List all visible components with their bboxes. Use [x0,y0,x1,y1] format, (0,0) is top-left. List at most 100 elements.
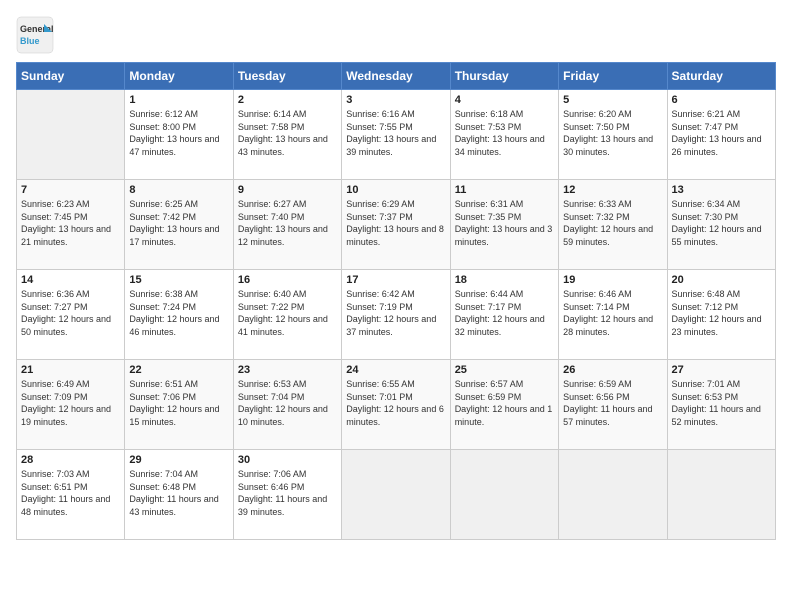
day-cell: 21Sunrise: 6:49 AMSunset: 7:09 PMDayligh… [17,360,125,450]
day-cell [17,90,125,180]
cell-info: Sunrise: 6:51 AMSunset: 7:06 PMDaylight:… [129,378,228,428]
day-number: 12 [563,184,662,196]
day-number: 19 [563,274,662,286]
day-number: 1 [129,94,228,106]
day-cell: 29 Sunrise: 7:04 AMSunset: 6:48 PMDayligh… [125,450,233,540]
day-cell: 18 Sunrise: 6:44 AMSunset: 7:17 PMDayligh… [450,270,558,360]
cell-info: Sunrise: 6:46 AMSunset: 7:14 PMDaylight:… [563,288,662,338]
header-cell-saturday: Saturday [667,63,775,90]
calendar-body: 1 Sunrise: 6:12 AMSunset: 8:00 PMDaylight… [17,90,776,540]
day-cell [342,450,450,540]
cell-info: Sunrise: 6:33 AMSunset: 7:32 PMDaylight:… [563,198,662,248]
day-cell: 1 Sunrise: 6:12 AMSunset: 8:00 PMDaylight… [125,90,233,180]
calendar-table: SundayMondayTuesdayWednesdayThursdayFrid… [16,62,776,540]
logo: General Blue [16,16,56,52]
cell-info: Sunrise: 6:53 AMSunset: 7:04 PMDaylight:… [238,378,337,428]
cell-info: Sunrise: 6:20 AMSunset: 7:50 PMDaylight:… [563,108,662,158]
day-number: 13 [672,184,771,196]
cell-info: Sunrise: 6:14 AMSunset: 7:58 PMDaylight:… [238,108,337,158]
cell-info: Sunrise: 6:44 AMSunset: 7:17 PMDaylight:… [455,288,554,338]
day-cell: 20 Sunrise: 6:48 AMSunset: 7:12 PMDayligh… [667,270,775,360]
day-number: 2 [238,94,337,106]
day-cell: 16 Sunrise: 6:40 AMSunset: 7:22 PMDayligh… [233,270,341,360]
cell-info: Sunrise: 6:16 AMSunset: 7:55 PMDaylight:… [346,108,445,158]
cell-info: Sunrise: 6:21 AMSunset: 7:47 PMDaylight:… [672,108,771,158]
day-number: 9 [238,184,337,196]
cell-info: Sunrise: 6:27 AMSunset: 7:40 PMDaylight:… [238,198,337,248]
day-number: 24 [346,364,445,376]
header-cell-wednesday: Wednesday [342,63,450,90]
calendar-header: SundayMondayTuesdayWednesdayThursdayFrid… [17,63,776,90]
cell-info: Sunrise: 6:23 AMSunset: 7:45 PMDaylight:… [21,198,120,248]
day-number: 17 [346,274,445,286]
day-cell: 27Sunrise: 7:01 AMSunset: 6:53 PMDayligh… [667,360,775,450]
day-cell: 12 Sunrise: 6:33 AMSunset: 7:32 PMDayligh… [559,180,667,270]
day-number: 4 [455,94,554,106]
day-cell: 9 Sunrise: 6:27 AMSunset: 7:40 PMDaylight… [233,180,341,270]
day-number: 27 [672,364,771,376]
cell-info: Sunrise: 7:06 AMSunset: 6:46 PMDaylight:… [238,468,337,518]
day-cell: 10 Sunrise: 6:29 AMSunset: 7:37 PMDayligh… [342,180,450,270]
day-cell: 14 Sunrise: 6:36 AMSunset: 7:27 PMDayligh… [17,270,125,360]
day-number: 23 [238,364,337,376]
header-row: SundayMondayTuesdayWednesdayThursdayFrid… [17,63,776,90]
header-cell-friday: Friday [559,63,667,90]
cell-info: Sunrise: 6:12 AMSunset: 8:00 PMDaylight:… [129,108,228,158]
header-cell-tuesday: Tuesday [233,63,341,90]
cell-info: Sunrise: 7:04 AMSunset: 6:48 PMDaylight:… [129,468,228,518]
cell-info: Sunrise: 6:48 AMSunset: 7:12 PMDaylight:… [672,288,771,338]
week-row-4: 21Sunrise: 6:49 AMSunset: 7:09 PMDayligh… [17,360,776,450]
day-number: 28 [21,454,120,466]
cell-info: Sunrise: 6:38 AMSunset: 7:24 PMDaylight:… [129,288,228,338]
cell-info: Sunrise: 6:55 AMSunset: 7:01 PMDaylight:… [346,378,445,428]
day-number: 11 [455,184,554,196]
svg-text:Blue: Blue [20,36,40,46]
day-number: 16 [238,274,337,286]
day-cell [450,450,558,540]
cell-info: Sunrise: 6:29 AMSunset: 7:37 PMDaylight:… [346,198,445,248]
day-cell: 19 Sunrise: 6:46 AMSunset: 7:14 PMDayligh… [559,270,667,360]
cell-info: Sunrise: 6:40 AMSunset: 7:22 PMDaylight:… [238,288,337,338]
day-number: 14 [21,274,120,286]
cell-info: Sunrise: 6:42 AMSunset: 7:19 PMDaylight:… [346,288,445,338]
day-cell: 17 Sunrise: 6:42 AMSunset: 7:19 PMDayligh… [342,270,450,360]
day-number: 30 [238,454,337,466]
day-number: 6 [672,94,771,106]
day-cell: 24 Sunrise: 6:55 AMSunset: 7:01 PMDayligh… [342,360,450,450]
day-number: 18 [455,274,554,286]
cell-info: Sunrise: 6:36 AMSunset: 7:27 PMDaylight:… [21,288,120,338]
cell-info: Sunrise: 6:25 AMSunset: 7:42 PMDaylight:… [129,198,228,248]
header-cell-thursday: Thursday [450,63,558,90]
cell-info: Sunrise: 6:18 AMSunset: 7:53 PMDaylight:… [455,108,554,158]
day-number: 3 [346,94,445,106]
logo-icon: General Blue [16,16,52,52]
day-cell [667,450,775,540]
day-number: 7 [21,184,120,196]
day-cell: 8Sunrise: 6:25 AMSunset: 7:42 PMDaylight… [125,180,233,270]
day-cell: 2 Sunrise: 6:14 AMSunset: 7:58 PMDaylight… [233,90,341,180]
day-cell: 28Sunrise: 7:03 AMSunset: 6:51 PMDayligh… [17,450,125,540]
day-cell: 30 Sunrise: 7:06 AMSunset: 6:46 PMDayligh… [233,450,341,540]
day-number: 21 [21,364,120,376]
week-row-3: 14 Sunrise: 6:36 AMSunset: 7:27 PMDayligh… [17,270,776,360]
week-row-1: 1 Sunrise: 6:12 AMSunset: 8:00 PMDaylight… [17,90,776,180]
cell-info: Sunrise: 6:34 AMSunset: 7:30 PMDaylight:… [672,198,771,248]
day-number: 20 [672,274,771,286]
day-cell: 15 Sunrise: 6:38 AMSunset: 7:24 PMDayligh… [125,270,233,360]
day-cell: 3 Sunrise: 6:16 AMSunset: 7:55 PMDaylight… [342,90,450,180]
day-number: 29 [129,454,228,466]
day-number: 15 [129,274,228,286]
day-cell: 23 Sunrise: 6:53 AMSunset: 7:04 PMDayligh… [233,360,341,450]
week-row-2: 7 Sunrise: 6:23 AMSunset: 7:45 PMDaylight… [17,180,776,270]
day-number: 10 [346,184,445,196]
day-cell: 13 Sunrise: 6:34 AMSunset: 7:30 PMDayligh… [667,180,775,270]
day-cell [559,450,667,540]
day-cell: 5Sunrise: 6:20 AMSunset: 7:50 PMDaylight… [559,90,667,180]
cell-info: Sunrise: 6:57 AMSunset: 6:59 PMDaylight:… [455,378,554,428]
cell-info: Sunrise: 6:59 AMSunset: 6:56 PMDaylight:… [563,378,662,428]
day-cell: 6 Sunrise: 6:21 AMSunset: 7:47 PMDaylight… [667,90,775,180]
day-number: 26 [563,364,662,376]
header-cell-sunday: Sunday [17,63,125,90]
page-header: General Blue [16,16,776,52]
day-number: 25 [455,364,554,376]
